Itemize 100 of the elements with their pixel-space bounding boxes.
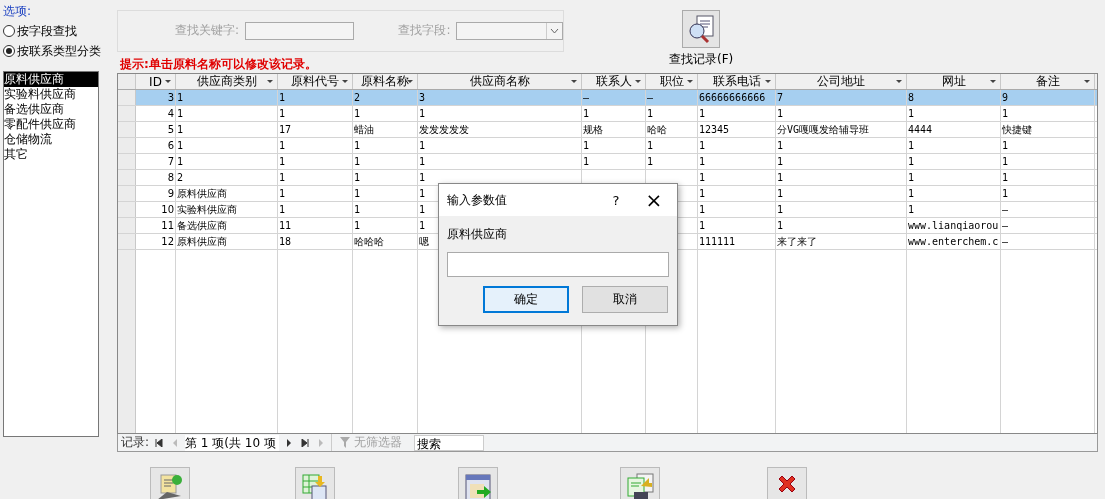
report-export-icon xyxy=(625,472,655,499)
table-row[interactable]: 4 1 1 1 1 1 1 1 1 1 1 xyxy=(118,106,1097,123)
table-cell: 1 xyxy=(907,202,1001,218)
table-cell: 1 xyxy=(418,138,582,154)
table-row[interactable]: 7 1 1 1 1 1 1 1 1 1 1 xyxy=(118,154,1097,171)
column-header[interactable]: 联系电话 xyxy=(698,74,776,90)
table-cell: 1 xyxy=(776,218,907,234)
radio-option[interactable]: 按字段查找 xyxy=(3,22,112,40)
table-cell: — xyxy=(1001,202,1095,218)
table-cell: 实验料供应商 xyxy=(176,202,278,218)
table-cell: 1 xyxy=(698,154,776,170)
table-cell: 9 xyxy=(1001,90,1095,106)
table-cell: 8 xyxy=(136,170,176,186)
select-all-corner[interactable] xyxy=(118,74,136,90)
category-item[interactable]: 实验料供应商 xyxy=(4,87,98,102)
table-cell: 1 xyxy=(646,138,698,154)
table-cell: 分VG嘎嘎发给辅导班 xyxy=(776,122,907,138)
table-cell: 10 xyxy=(136,202,176,218)
category-item[interactable]: 零配件供应商 xyxy=(4,117,98,132)
column-header[interactable]: 供应商类别 xyxy=(176,74,278,90)
chevron-down-icon xyxy=(550,28,559,34)
table-cell: 1 xyxy=(582,154,646,170)
table-cell: 11 xyxy=(278,218,353,234)
parameter-input[interactable] xyxy=(447,252,669,277)
column-header[interactable]: ID xyxy=(136,74,176,90)
ok-button[interactable]: 确定 xyxy=(483,286,569,313)
table-cell: 66666666666 xyxy=(698,90,776,106)
table-cell: 1 xyxy=(907,170,1001,186)
row-selector[interactable] xyxy=(118,106,136,122)
close-button[interactable]: × xyxy=(631,188,677,212)
table-cell: www.enterchem.c xyxy=(907,234,1001,250)
table-cell: www.lianqiaorou xyxy=(907,218,1001,234)
column-header[interactable]: 供应商名称 xyxy=(418,74,582,90)
table-cell: 1 xyxy=(278,154,353,170)
column-header[interactable]: 公司地址 xyxy=(776,74,907,90)
table-cell: — xyxy=(582,90,646,106)
toolbar-button[interactable] xyxy=(767,467,807,499)
table-cell: 蜡油 xyxy=(353,122,418,138)
table-cell: 1 xyxy=(176,122,278,138)
table-row[interactable]: 5 1 17 蜡油 发发发发发 规格 哈哈 12345 分VG嘎嘎发给辅导班 4444 快捷键 xyxy=(118,122,1097,139)
table-cell: 1 xyxy=(1001,106,1095,122)
table-cell: 1 xyxy=(698,202,776,218)
row-selector[interactable] xyxy=(118,122,136,138)
table-cell: 1 xyxy=(176,106,278,122)
table-cell: 1 xyxy=(278,138,353,154)
row-selector[interactable] xyxy=(118,154,136,170)
table-cell: 规格 xyxy=(582,122,646,138)
table-cell: 1 xyxy=(353,202,418,218)
table-cell: 来了来了 xyxy=(776,234,907,250)
table-row[interactable]: 6 1 1 1 1 1 1 1 1 1 1 xyxy=(118,138,1097,155)
help-button[interactable]: ? xyxy=(601,192,631,208)
column-header[interactable]: 备注 xyxy=(1001,74,1095,90)
table-cell: 1 xyxy=(776,138,907,154)
table-cell: 12345 xyxy=(698,122,776,138)
row-selector[interactable] xyxy=(118,170,136,186)
table-cell: 1 xyxy=(776,154,907,170)
table-cell: 1 xyxy=(776,202,907,218)
table-cell: 1 xyxy=(776,106,907,122)
radio-option[interactable]: 按联系类型分类 xyxy=(3,42,112,60)
find-button[interactable] xyxy=(682,10,721,48)
column-header[interactable]: 网址 xyxy=(907,74,1001,90)
table-cell: 1 xyxy=(278,186,353,202)
table-cell: 1 xyxy=(353,154,418,170)
category-item[interactable]: 其它 xyxy=(4,147,98,162)
table-cell: 1 xyxy=(418,106,582,122)
category-item[interactable]: 原料供应商 xyxy=(4,72,98,87)
table-row[interactable]: 3 1 1 2 3 — — 66666666666 7 8 9 xyxy=(118,90,1097,107)
row-selector[interactable] xyxy=(118,90,136,106)
field-dropdown[interactable] xyxy=(456,22,563,40)
row-selector[interactable] xyxy=(118,218,136,234)
row-selector[interactable] xyxy=(118,234,136,250)
table-cell: 2 xyxy=(176,170,278,186)
toolbar-button[interactable] xyxy=(620,467,660,499)
cancel-button[interactable]: 取消 xyxy=(582,286,668,313)
row-selector[interactable] xyxy=(118,186,136,202)
table-cell: 1 xyxy=(353,170,418,186)
category-item[interactable]: 仓储物流 xyxy=(4,132,98,147)
toolbar-button[interactable] xyxy=(150,467,190,499)
table-cell: — xyxy=(1001,234,1095,250)
row-selector[interactable] xyxy=(118,138,136,154)
row-selector[interactable] xyxy=(118,202,136,218)
column-header[interactable]: 职位 xyxy=(646,74,698,90)
table-cell: 17 xyxy=(278,122,353,138)
table-cell: 111111 xyxy=(698,234,776,250)
column-header[interactable]: 联系人 xyxy=(582,74,646,90)
table-cell: 1 xyxy=(646,106,698,122)
table-cell: 1 xyxy=(278,170,353,186)
table-cell: 1 xyxy=(176,138,278,154)
table-cell: 1 xyxy=(176,90,278,106)
table-cell: 8 xyxy=(907,90,1001,106)
table-import-icon xyxy=(300,472,330,499)
table-cell: — xyxy=(1001,218,1095,234)
category-item[interactable]: 备选供应商 xyxy=(4,102,98,117)
table-cell: 1 xyxy=(1001,138,1095,154)
column-header[interactable]: 原料名称 xyxy=(353,74,418,90)
column-header[interactable]: 原料代号 xyxy=(278,74,353,90)
table-cell: 1 xyxy=(698,138,776,154)
table-cell: 1 xyxy=(418,154,582,170)
table-row[interactable]: 8 2 1 1 1 1 1 1 1 xyxy=(118,170,1097,187)
table-cell: 1 xyxy=(698,170,776,186)
